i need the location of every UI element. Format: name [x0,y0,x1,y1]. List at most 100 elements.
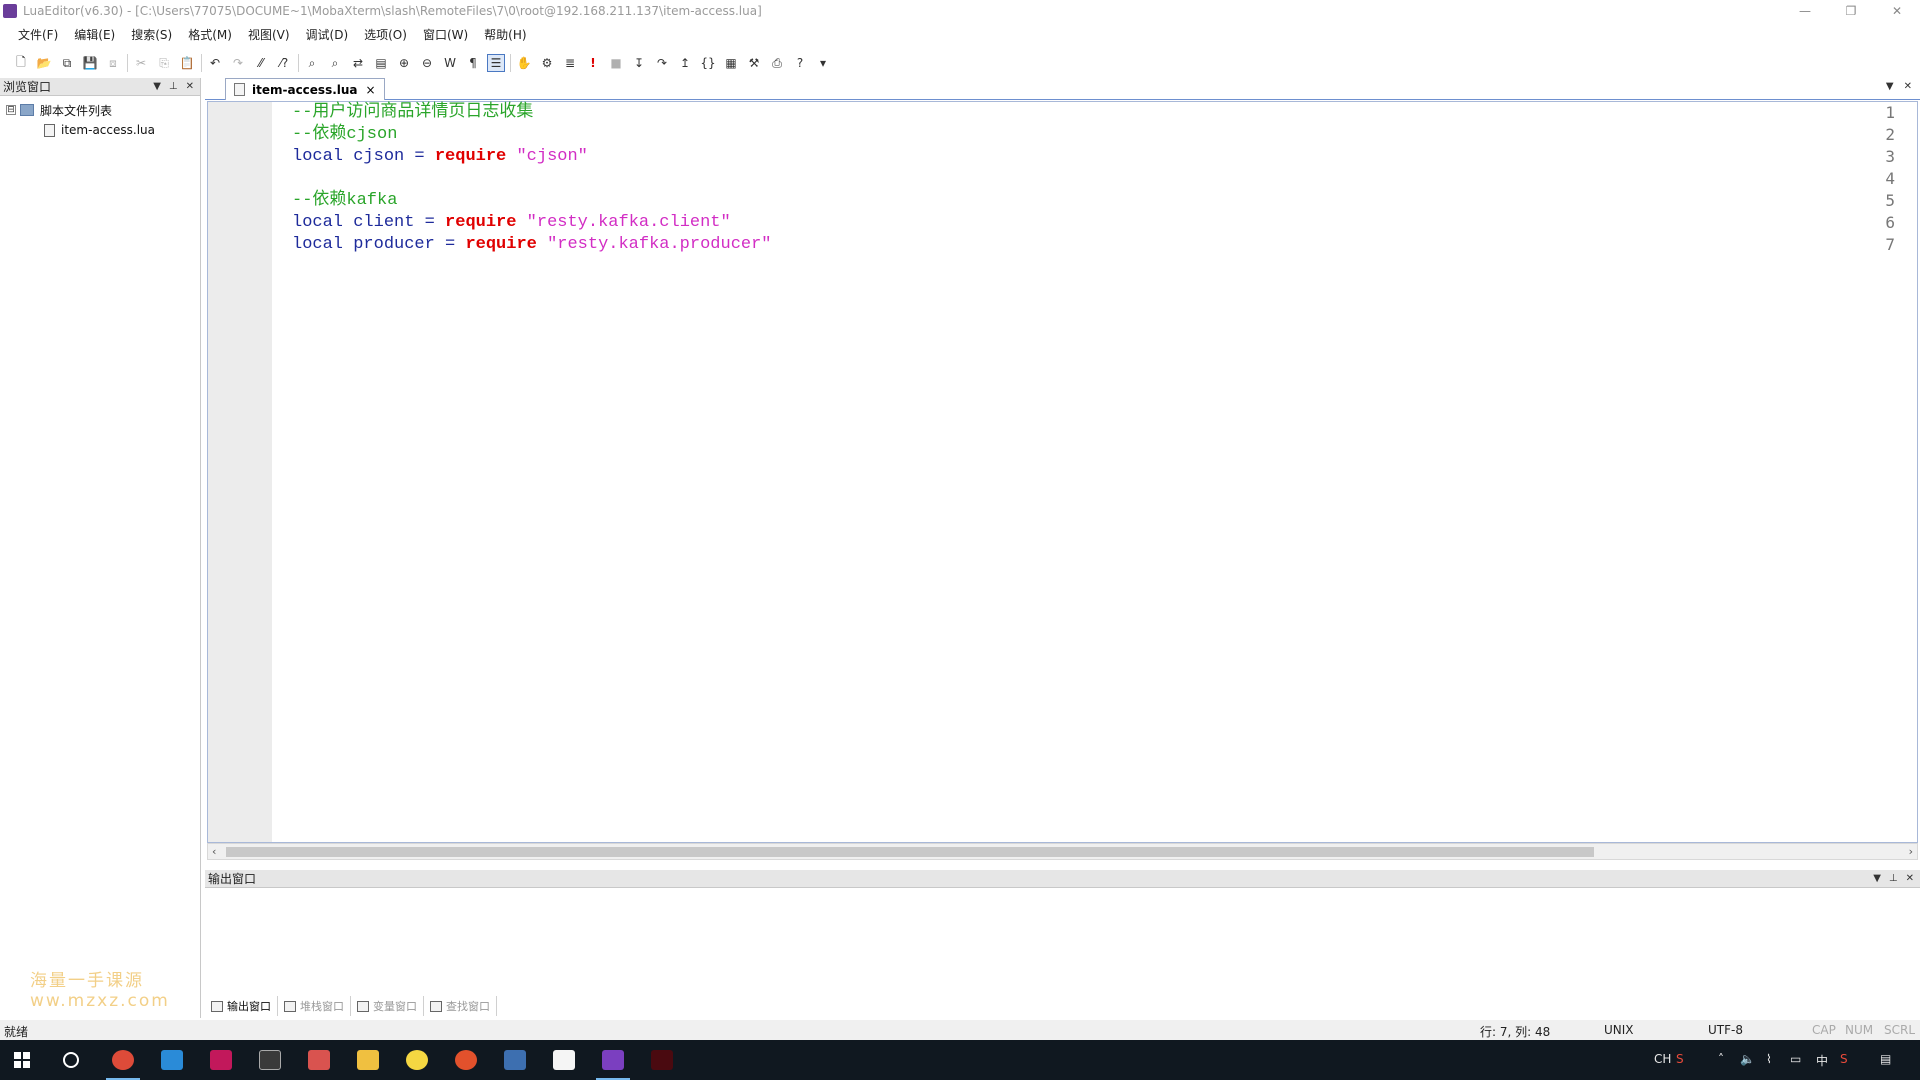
replace-icon[interactable]: ⇄ [349,54,367,72]
battery-icon[interactable]: ▭ [1790,1052,1801,1066]
help-icon[interactable]: ? [791,54,809,72]
minimize-icon[interactable]: — [1782,0,1828,22]
cut-icon[interactable]: ✂ [132,54,150,72]
tab-find[interactable]: 查找窗口 [424,996,497,1016]
collapse-icon[interactable]: ⊟ [6,105,16,115]
chrome-icon[interactable] [112,1050,134,1070]
step-into-icon[interactable]: ↧ [630,54,648,72]
code-line[interactable]: local producer = require "resty.kafka.pr… [292,234,772,256]
app-red-icon[interactable] [308,1050,330,1070]
pin-icon[interactable]: ⊥ [1889,873,1898,884]
volume-icon[interactable]: 🔈 [1740,1052,1755,1066]
code-line[interactable] [292,168,772,190]
file-explorer-icon[interactable] [357,1050,379,1070]
tree-root[interactable]: ⊟ 脚本文件列表 [0,100,200,120]
redo-icon[interactable]: ↷ [229,54,247,72]
panel-close-icon[interactable]: ✕ [1906,873,1914,884]
action-center-icon[interactable]: ▤ [1880,1052,1891,1066]
terminal-icon[interactable] [259,1050,281,1070]
typora-icon[interactable] [553,1050,575,1070]
debug-list-icon[interactable]: ≣ [561,54,579,72]
toolbar-overflow-icon[interactable]: ▾ [814,54,832,72]
tray-ime[interactable]: 中 [1816,1052,1828,1069]
luaeditor-taskbar-icon[interactable] [602,1050,624,1070]
menu-debug[interactable]: 调试(D) [298,24,357,46]
network-icon[interactable]: ⌇ [1766,1052,1772,1066]
app-blue-icon[interactable] [161,1050,183,1070]
word-wrap-icon[interactable]: W [441,54,459,72]
menu-edit[interactable]: 编辑(E) [66,24,123,46]
panel-dropdown-icon[interactable]: ▼ [153,81,161,92]
tab-list-dropdown-icon[interactable]: ▼ [1886,81,1894,92]
restore-icon[interactable]: ❐ [1828,0,1874,22]
run-icon[interactable]: ! [584,54,602,72]
windows-start-icon[interactable] [14,1052,30,1068]
intellij-icon[interactable] [210,1050,232,1070]
undo-icon[interactable]: ↶ [206,54,224,72]
find-icon[interactable]: ⌕ [303,54,321,72]
find-next-icon[interactable]: ⌕ [326,54,344,72]
zoom-in-icon[interactable]: ⊕ [395,54,413,72]
step-out-icon[interactable]: ↥ [676,54,694,72]
menu-window[interactable]: 窗口(W) [415,24,476,46]
horizontal-scrollbar[interactable]: ‹ › [207,843,1918,860]
tab-output[interactable]: 输出窗口 [205,996,278,1016]
menu-search[interactable]: 搜索(S) [123,24,180,46]
breakpoint-icon[interactable]: {} [699,54,717,72]
code-line[interactable]: local cjson = require "cjson" [292,146,772,168]
copy-icon[interactable]: ⎘ [155,54,173,72]
code-line[interactable]: --用户访问商品详情页日志收集 [292,102,772,124]
close-icon[interactable]: ✕ [1874,0,1920,22]
close-document-icon[interactable]: ✕ [1904,81,1912,92]
scroll-left-icon[interactable]: ‹ [212,845,216,858]
pin-icon[interactable]: ⊥ [169,81,178,92]
tab-stack[interactable]: 堆栈窗口 [278,996,351,1016]
menu-file[interactable]: 文件(F) [10,24,66,46]
app-grid-icon[interactable] [504,1050,526,1070]
goto-icon[interactable]: ▤ [372,54,390,72]
scrollbar-thumb[interactable] [226,847,1594,857]
code-line[interactable]: local client = require "resty.kafka.clie… [292,212,772,234]
scroll-right-icon[interactable]: › [1909,845,1913,858]
code-line[interactable]: --依赖cjson [292,124,772,146]
stop-icon[interactable]: ■ [607,54,625,72]
code-line[interactable]: --依赖kafka [292,190,772,212]
compile-icon[interactable]: ⚙ [538,54,556,72]
menu-options[interactable]: 选项(O) [356,24,415,46]
step-over-icon[interactable]: ↷ [653,54,671,72]
hand-icon[interactable]: ✋ [515,54,533,72]
sogou-tray-icon[interactable]: S [1676,1052,1684,1066]
panel-close-icon[interactable]: ✕ [186,81,194,92]
tray-language[interactable]: CH [1654,1052,1671,1066]
app-orange-icon[interactable] [455,1050,477,1070]
open-remote-icon[interactable]: ⧉ [58,54,76,72]
show-whitespace-icon[interactable]: ¶ [464,54,482,72]
save-all-icon[interactable]: ⧈ [104,54,122,72]
uncomment-icon[interactable]: ⁄? [275,54,293,72]
tree-file-item[interactable]: item-access.lua [0,120,200,140]
app-yellow-icon[interactable] [406,1050,428,1070]
menu-format[interactable]: 格式(M) [180,24,240,46]
tab-item-access[interactable]: item-access.lua × [225,78,385,100]
print-icon[interactable]: ⎙ [768,54,786,72]
save-icon[interactable]: 💾 [81,54,99,72]
cortana-search-icon[interactable] [63,1052,79,1068]
tab-close-icon[interactable]: × [366,83,376,97]
app-dark-icon[interactable] [651,1050,673,1070]
menu-view[interactable]: 视图(V) [240,24,298,46]
indent-guide-icon[interactable]: ☰ [487,54,505,72]
comment-icon[interactable]: ⁄⁄ [252,54,270,72]
menu-help[interactable]: 帮助(H) [476,24,534,46]
new-file-icon[interactable]: 🗋 [12,54,30,72]
open-folder-icon[interactable]: 📂 [35,54,53,72]
settings-icon[interactable]: ⚒ [745,54,763,72]
panel-dropdown-icon[interactable]: ▼ [1873,873,1881,884]
zoom-out-icon[interactable]: ⊖ [418,54,436,72]
watch-icon[interactable]: ▦ [722,54,740,72]
code-editor[interactable]: 1 2 3 4 5 6 7 --用户访问商品详情页日志收集 --依赖cjson local cj… [207,101,1918,843]
sogou-ime-icon[interactable]: S [1840,1052,1848,1066]
tray-expand-icon[interactable]: ˄ [1718,1052,1724,1066]
tab-variables[interactable]: 变量窗口 [351,996,424,1016]
code-area[interactable]: --用户访问商品详情页日志收集 --依赖cjson local cjson = re… [292,102,772,256]
paste-icon[interactable]: 📋 [178,54,196,72]
